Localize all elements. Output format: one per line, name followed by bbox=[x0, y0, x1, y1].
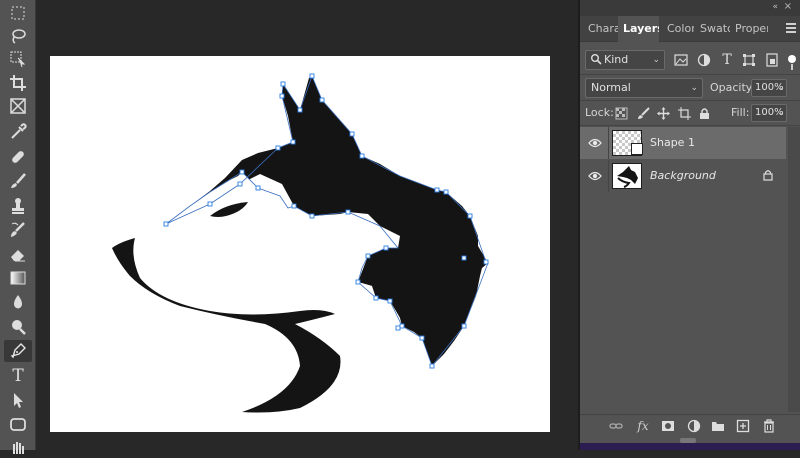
separator bbox=[608, 160, 609, 192]
shape-layer-badge-icon bbox=[631, 143, 643, 155]
history-brush-tool-icon[interactable] bbox=[4, 219, 32, 241]
blend-row: Normal ⌄ Opacity: 100% ⌄ bbox=[580, 77, 800, 99]
layer-row-background[interactable]: Background bbox=[580, 160, 786, 192]
path-selection-tool-icon[interactable] bbox=[4, 389, 32, 411]
tab-properties[interactable]: Proper bbox=[732, 16, 768, 42]
layer-thumbnail[interactable] bbox=[612, 163, 642, 189]
tab-color[interactable]: Color bbox=[664, 16, 694, 42]
layer-name[interactable]: Shape 1 bbox=[650, 136, 695, 149]
filter-toggle-stem bbox=[791, 64, 793, 70]
lock-image-pixels-icon[interactable] bbox=[636, 106, 650, 120]
rectangle-tool-icon[interactable] bbox=[4, 413, 32, 435]
layer-name[interactable]: Background bbox=[650, 169, 716, 182]
lock-row: Lock: Fill: 100% ⌄ bbox=[580, 102, 800, 124]
lock-all-icon[interactable] bbox=[697, 106, 711, 120]
search-icon bbox=[591, 54, 602, 65]
chevron-down-icon: ⌄ bbox=[777, 83, 784, 92]
blend-mode-value: Normal bbox=[591, 81, 631, 94]
type-filter-icon[interactable]: T bbox=[719, 52, 735, 68]
panel-menu-icon[interactable] bbox=[786, 23, 796, 33]
tab-character[interactable]: Chara bbox=[584, 16, 618, 42]
fill-field[interactable]: 100% ⌄ bbox=[751, 104, 787, 122]
blend-mode-select[interactable]: Normal ⌄ bbox=[585, 78, 703, 98]
adjustment-filter-icon[interactable] bbox=[696, 52, 712, 68]
pen-tool-icon[interactable] bbox=[4, 340, 32, 362]
document-workspace[interactable] bbox=[36, 0, 578, 450]
crop-tool-icon[interactable] bbox=[4, 72, 32, 94]
tab-layers[interactable]: Layers bbox=[618, 16, 659, 42]
chevron-down-icon: ⌄ bbox=[690, 83, 698, 93]
document-canvas[interactable] bbox=[50, 56, 550, 432]
eye-icon[interactable] bbox=[588, 137, 602, 149]
layers-bottom-bar: fx bbox=[580, 414, 800, 436]
brush-tool-icon[interactable] bbox=[4, 170, 32, 192]
lock-transparent-pixels-icon[interactable] bbox=[614, 106, 628, 120]
separator bbox=[608, 127, 609, 159]
image-filter-icon[interactable] bbox=[673, 52, 689, 68]
separator bbox=[580, 74, 800, 75]
gradient-tool-icon[interactable] bbox=[4, 267, 32, 289]
layers-scrollbar[interactable] bbox=[788, 127, 800, 412]
collapse-panels-icon[interactable]: « bbox=[772, 2, 778, 12]
lock-icon bbox=[763, 170, 773, 181]
frame-tool-icon[interactable] bbox=[4, 95, 32, 117]
shape-filter-icon[interactable] bbox=[741, 52, 757, 68]
close-panel-icon[interactable]: × bbox=[784, 1, 792, 12]
blur-tool-icon[interactable] bbox=[4, 291, 32, 313]
link-layers-icon[interactable] bbox=[608, 418, 624, 434]
lock-artboard-icon[interactable] bbox=[677, 106, 691, 120]
marquee-tool-icon[interactable] bbox=[4, 2, 32, 24]
filter-kind-label: Kind bbox=[604, 53, 629, 66]
layer-row-shape-1[interactable]: Shape 1 bbox=[580, 127, 786, 159]
separator bbox=[580, 125, 800, 126]
healing-brush-tool-icon[interactable] bbox=[4, 146, 32, 168]
filter-toggle-switch[interactable] bbox=[788, 55, 796, 63]
fx-icon[interactable]: fx bbox=[635, 418, 651, 434]
adjustment-layer-icon[interactable] bbox=[686, 418, 702, 434]
panel-title-bar: « × bbox=[580, 0, 800, 16]
lock-position-icon[interactable] bbox=[656, 106, 670, 120]
eyedropper-tool-icon[interactable] bbox=[4, 121, 32, 143]
smart-object-filter-icon[interactable] bbox=[764, 52, 780, 68]
group-folder-icon[interactable] bbox=[710, 418, 726, 434]
panel-tabs: Chara Layers Color Swatc Proper bbox=[580, 16, 800, 42]
layer-filter-row: Kind ⌄ T bbox=[580, 48, 800, 74]
object-selection-tool-icon[interactable] bbox=[4, 48, 32, 70]
opacity-field[interactable]: 100% ⌄ bbox=[751, 79, 787, 97]
hand-tool-icon[interactable] bbox=[4, 436, 32, 458]
tab-swatches[interactable]: Swatc bbox=[697, 16, 730, 42]
trash-icon[interactable] bbox=[761, 418, 777, 434]
lock-label: Lock: bbox=[585, 106, 614, 119]
husky-thumbnail-icon bbox=[617, 166, 638, 188]
tools-panel: T bbox=[0, 0, 36, 454]
clone-stamp-tool-icon[interactable] bbox=[4, 195, 32, 217]
filter-kind-select[interactable]: Kind ⌄ bbox=[585, 50, 665, 70]
eye-icon[interactable] bbox=[588, 170, 602, 182]
right-panel-dock: « × Chara Layers Color Swatc Proper Kind… bbox=[580, 0, 800, 450]
husky-artwork bbox=[112, 73, 489, 413]
layer-mask-icon[interactable] bbox=[660, 418, 676, 434]
dodge-tool-icon[interactable] bbox=[4, 316, 32, 338]
type-tool-icon[interactable]: T bbox=[4, 365, 32, 387]
lasso-tool-icon[interactable] bbox=[4, 25, 32, 47]
fill-label: Fill: bbox=[731, 106, 750, 119]
eraser-tool-icon[interactable] bbox=[4, 243, 32, 265]
panel-bottom-strip bbox=[580, 443, 800, 450]
chevron-down-icon: ⌄ bbox=[652, 55, 660, 65]
separator bbox=[580, 100, 800, 101]
opacity-label: Opacity: bbox=[710, 81, 756, 94]
new-layer-icon[interactable] bbox=[735, 418, 751, 434]
chevron-down-icon: ⌄ bbox=[777, 108, 784, 117]
